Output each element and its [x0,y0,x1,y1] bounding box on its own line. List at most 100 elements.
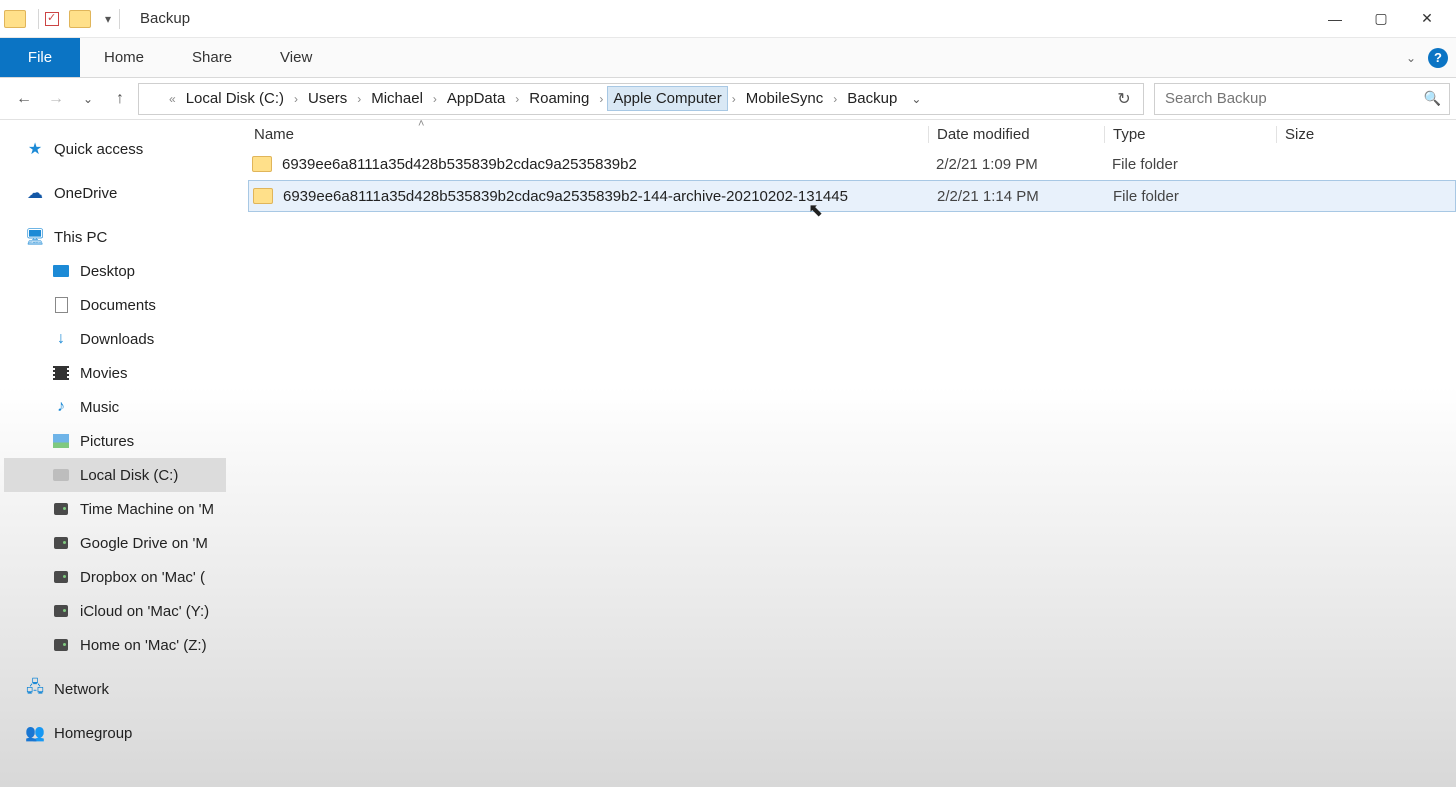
up-button[interactable]: ↑ [106,84,134,114]
qat-newfolder-icon[interactable] [69,10,91,28]
column-label: Name [254,126,294,143]
file-name: 6939ee6a8111a35d428b535839b2cdac9a253583… [283,188,848,205]
file-list: ˄ Name Date modified Type Size 6939ee6a8… [228,120,1456,787]
file-date: 2/2/21 1:09 PM [928,156,1104,173]
column-size[interactable]: Size [1276,126,1456,143]
refresh-button[interactable]: ↻ [1109,89,1139,109]
sidebar-item-label: OneDrive [54,185,117,202]
breadcrumb-item[interactable]: Backup [841,86,903,111]
breadcrumb-item[interactable]: Roaming [523,86,595,111]
sidebar-item-label: Music [80,399,119,416]
sidebar-item-label: Downloads [80,331,154,348]
sidebar-item-label: Home on 'Mac' (Z:) [80,637,207,654]
navigation-bar: ← → ⌄ ↑ « Local Disk (C:)› Users› Michae… [0,78,1456,120]
sidebar-item-music[interactable]: ♪ Music [4,390,226,424]
breadcrumb-item[interactable]: Michael [365,86,429,111]
desktop-icon [53,265,69,277]
sidebar-item-label: Dropbox on 'Mac' ( [80,569,205,586]
folder-icon [145,91,163,106]
network-icon: 🖧 [26,680,44,698]
maximize-button[interactable]: ▢ [1358,2,1404,36]
window-titlebar: ▾ Backup — ▢ ✕ [0,0,1456,38]
tab-view[interactable]: View [256,38,336,77]
sidebar-item-pictures[interactable]: Pictures [4,424,226,458]
netdrive-icon [54,639,68,651]
sidebar-item-localdisk[interactable]: Local Disk (C:) [4,458,226,492]
file-type: File folder [1104,156,1276,173]
breadcrumb-item[interactable]: AppData [441,86,511,111]
search-input[interactable] [1163,89,1424,108]
sidebar-item-label: Network [54,681,109,698]
monitor-icon: 🖥 [26,228,44,246]
address-dropdown[interactable]: ⌄ [905,92,927,106]
folder-icon [252,156,272,172]
sidebar-item-label: This PC [54,229,107,246]
ribbon-collapse-icon[interactable]: ⌄ [1406,51,1416,65]
sidebar-item-onedrive[interactable]: ☁ OneDrive [4,176,226,210]
separator [38,9,39,29]
chevron-right-icon[interactable]: › [597,92,605,106]
chevron-right-icon[interactable]: › [831,92,839,106]
tab-file[interactable]: File [0,38,80,77]
chevron-right-icon[interactable]: › [431,92,439,106]
help-icon[interactable]: ? [1428,48,1448,68]
breadcrumb-item[interactable]: Local Disk (C:) [180,86,290,111]
homegroup-icon: 👥 [26,724,44,742]
search-icon[interactable]: 🔍 [1424,90,1441,107]
sidebar-item-label: Documents [80,297,156,314]
sidebar-item-homegroup[interactable]: 👥Homegroup [4,716,226,750]
sidebar-item-thispc[interactable]: 🖥 This PC [4,220,226,254]
navigation-pane: ★ Quick access ☁ OneDrive 🖥 This PC Desk… [0,120,228,787]
column-name[interactable]: ˄ Name [248,126,928,143]
table-row[interactable]: 6939ee6a8111a35d428b535839b2cdac9a253583… [248,180,1456,212]
window-title: Backup [140,10,190,27]
sidebar-item-drive[interactable]: Home on 'Mac' (Z:) [4,628,226,662]
sidebar-item-drive[interactable]: iCloud on 'Mac' (Y:) [4,594,226,628]
column-date[interactable]: Date modified [928,126,1104,143]
column-label: Date modified [937,126,1030,143]
column-label: Size [1285,126,1314,143]
search-box[interactable]: 🔍 [1154,83,1450,115]
sidebar-item-label: Desktop [80,263,135,280]
sidebar-item-label: Movies [80,365,128,382]
sidebar-item-drive[interactable]: Time Machine on 'M [4,492,226,526]
sidebar-item-documents[interactable]: Documents [4,288,226,322]
sidebar-item-desktop[interactable]: Desktop [4,254,226,288]
close-button[interactable]: ✕ [1404,2,1450,36]
breadcrumb-overflow[interactable]: « [167,92,178,106]
sort-asc-icon: ˄ [418,118,424,130]
file-name: 6939ee6a8111a35d428b535839b2cdac9a253583… [282,156,637,173]
sidebar-item-movies[interactable]: Movies [4,356,226,390]
breadcrumb-item[interactable]: MobileSync [740,86,830,111]
download-icon: ↓ [52,330,70,348]
music-icon: ♪ [52,398,70,416]
sidebar-item-network[interactable]: 🖧 Network [4,672,226,706]
address-bar[interactable]: « Local Disk (C:)› Users› Michael› AppDa… [138,83,1144,115]
table-row[interactable]: 6939ee6a8111a35d428b535839b2cdac9a253583… [248,148,1456,180]
tab-home[interactable]: Home [80,38,168,77]
breadcrumb-item[interactable]: Users [302,86,353,111]
netdrive-icon [54,571,68,583]
qat-properties-icon[interactable] [45,12,59,26]
minimize-button[interactable]: — [1312,2,1358,36]
sidebar-item-label: Pictures [80,433,134,450]
qat-dropdown-icon[interactable]: ▾ [103,12,113,26]
sidebar-item-drive[interactable]: Google Drive on 'M [4,526,226,560]
ribbon: File Home Share View ⌄ ? [0,38,1456,78]
recent-locations-button[interactable]: ⌄ [74,84,102,114]
chevron-right-icon[interactable]: › [513,92,521,106]
chevron-right-icon[interactable]: › [730,92,738,106]
sidebar-item-drive[interactable]: Dropbox on 'Mac' ( [4,560,226,594]
chevron-right-icon[interactable]: › [292,92,300,106]
separator [119,9,120,29]
sidebar-item-quickaccess[interactable]: ★ Quick access [4,132,226,166]
back-button[interactable]: ← [10,84,38,114]
picture-icon [53,434,69,448]
chevron-right-icon[interactable]: › [355,92,363,106]
disk-icon [53,469,69,481]
breadcrumb-item[interactable]: Apple Computer [607,86,727,111]
tab-share[interactable]: Share [168,38,256,77]
sidebar-item-downloads[interactable]: ↓ Downloads [4,322,226,356]
forward-button[interactable]: → [42,84,70,114]
column-type[interactable]: Type [1104,126,1276,143]
